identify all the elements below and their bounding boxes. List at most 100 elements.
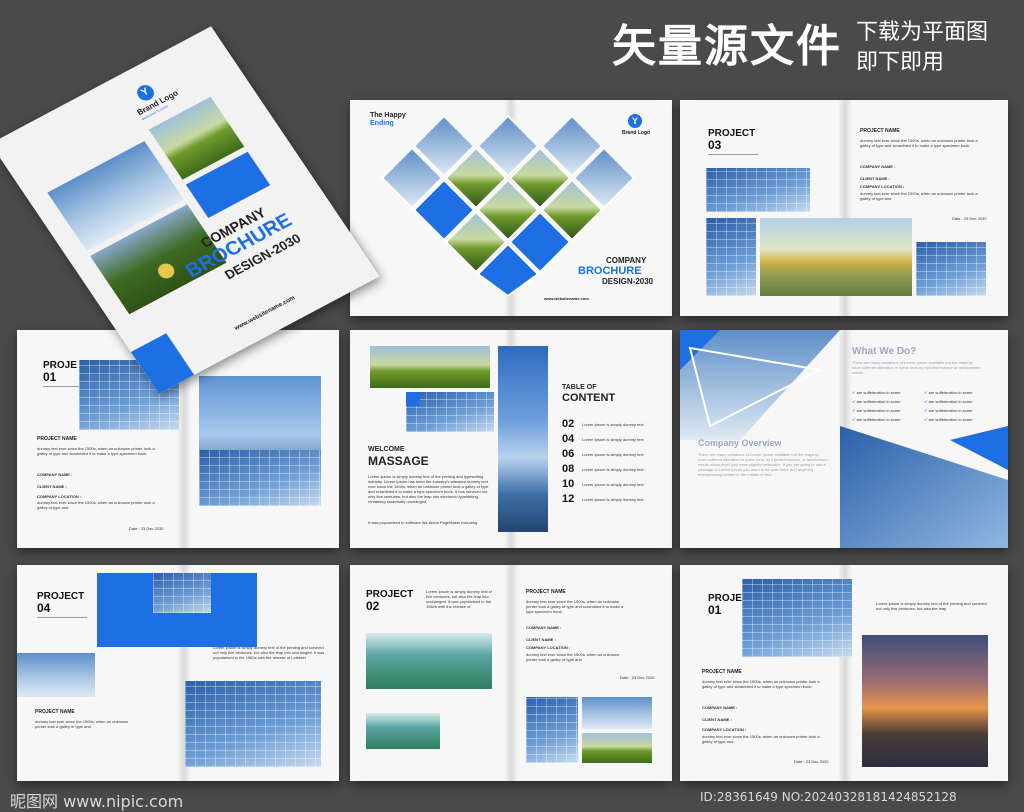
toc-entry-text: Lorem Ipsum is simply dummy text	[582, 452, 644, 457]
header-sub2: 即下即用	[856, 49, 945, 74]
spread-project-03: PROJECT 03 PROJECT NAME dummy text ever …	[680, 100, 1008, 316]
solar-photo	[153, 573, 211, 613]
checklist-text: are suffeteration in some	[856, 399, 901, 404]
welcome-text: WELCOME	[368, 446, 405, 453]
checklist-item: ✓ are suffeteration in some	[852, 390, 900, 395]
solar-photo	[185, 681, 321, 767]
body-text: Lorem Ipsum is simply dummy text of the …	[368, 474, 489, 504]
toc-number: 04	[562, 433, 575, 445]
sunset-photo	[862, 635, 988, 767]
company-name-label: COMPANY NAME :	[702, 705, 738, 710]
date-text: Date : 23 Dec 2030	[952, 216, 987, 221]
cover-website: www.websitename.com	[233, 295, 297, 332]
brand-logo-text: Brand Logo	[622, 130, 651, 136]
name-label: PROJECT NAME	[860, 128, 900, 134]
what-body: There are many variations of Lorem Ipsum…	[852, 360, 980, 375]
design-text: DESIGN-2030	[602, 277, 654, 286]
company-name-label: COMPANY NAME :	[860, 164, 896, 169]
body-text: dummy text ever since the 1500s, when an…	[35, 719, 129, 729]
intro-text: Lorem Ipsum is simply dummy text of the …	[876, 601, 987, 611]
name-label: PROJECT NAME	[35, 709, 75, 715]
toc-number: 02	[562, 418, 575, 430]
toc-entry-text: Lorem Ipsum is simply dummy text	[582, 422, 644, 427]
solar-field-photo	[760, 218, 912, 296]
name-label: PROJECT NAME	[37, 436, 77, 442]
intro-text: Lorem Ipsum is simply dummy text of the …	[213, 645, 325, 660]
checklist-item: ✓ are suffeteration in some	[852, 417, 900, 422]
checklist-item: ✓ are suffeteration in some	[924, 390, 972, 395]
name-label: PROJECT NAME	[526, 589, 566, 595]
project-number: 02	[366, 599, 380, 613]
spread-toc: WELCOME MASSAGE Lorem Ipsum is simply du…	[350, 330, 672, 548]
solar-photo	[199, 450, 321, 506]
header-title: 矢量源文件	[612, 22, 842, 71]
wind-photo	[370, 346, 490, 388]
project-number: 01	[43, 370, 57, 384]
brochure-text: BROCHURE	[578, 265, 642, 277]
field-photo	[582, 733, 652, 763]
toc-entry-text: Lorem Ipsum is simply dummy text	[582, 467, 644, 472]
toc-entry-text: Lorem Ipsum is simply dummy text	[582, 497, 644, 502]
wind-photo	[582, 697, 652, 729]
checklist-item: ✓ are suffeteration in some	[852, 399, 900, 404]
checklist-text: are suffeteration in some	[856, 408, 901, 413]
checklist-item: ✓ are suffeteration in some	[924, 408, 972, 413]
company-location-label: COMPANY LOCATION :	[37, 494, 82, 499]
body-text: dummy text ever since the 1500s, when an…	[860, 138, 978, 148]
company-location-label: COMPANY LOCATION :	[526, 645, 571, 650]
checklist-text: are suffeteration in some	[928, 399, 973, 404]
divider	[708, 154, 758, 155]
date-text: Date : 23 Dec 2030	[794, 759, 829, 764]
checklist-item: ✓ are suffeteration in some	[924, 399, 972, 404]
toc-title-2: CONTENT	[562, 392, 616, 404]
body-text: dummy text ever since the 1500s, when an…	[37, 446, 155, 456]
spread-project-01-b: PROJE 01 Lorem Ipsum is simply dummy tex…	[680, 565, 1008, 781]
client-name-label: CLIENT NAME :	[526, 637, 556, 642]
spread-project-02: PROJECT 02 Lorem Ipsum is simply dummy t…	[350, 565, 672, 781]
project-number: 04	[37, 601, 51, 615]
date-text: Date : 23 Dec 2030	[129, 526, 164, 531]
body-text: dummy text ever since the 1500s, when an…	[526, 599, 624, 614]
logo-icon: Y	[628, 114, 642, 128]
body-text-2: dummy text ever since the 1500s, when an…	[37, 500, 155, 510]
wind-photo	[17, 653, 95, 697]
body-text-2: dummy text ever since the 1500s, when an…	[526, 652, 620, 662]
project-number: 01	[708, 603, 722, 617]
solar-photo	[706, 218, 756, 296]
company-name-label: COMPANY NAME :	[37, 472, 73, 477]
body-text-2: dummy text ever since the 1500s, when an…	[860, 191, 978, 201]
checklist-item: ✓ are suffeteration in some	[924, 417, 972, 422]
date-text: Date : 23 Dec 2030	[620, 675, 655, 680]
client-name-label: CLIENT NAME :	[860, 176, 890, 181]
company-name-label: COMPANY NAME :	[526, 625, 562, 630]
toc-number: 10	[562, 478, 575, 490]
toc-entry-text: Lorem Ipsum is simply dummy text	[582, 437, 644, 442]
checklist-text: are suffeteration in some	[928, 417, 973, 422]
overview-blue-corner	[950, 426, 1008, 470]
header-sub1: 下载为平面图	[856, 19, 989, 44]
body-text-2: dummy text ever since the 1500s, when an…	[702, 734, 820, 744]
what-title: What We Do?	[852, 346, 917, 357]
intro-text: Lorem Ipsum is simply dummy text of five…	[426, 589, 493, 609]
toc-number: 06	[562, 448, 575, 460]
divider	[43, 386, 83, 387]
overview-body: There are many variations of Lorem Ipsum…	[698, 452, 828, 477]
greenhouse-photo	[366, 713, 440, 749]
vertical-photo	[498, 346, 548, 532]
website-text: www.websitename.com	[544, 296, 589, 301]
client-name-label: CLIENT NAME :	[702, 717, 732, 722]
project-number: 03	[708, 138, 722, 152]
toc-title-1: TABLE OF	[562, 384, 597, 391]
checklist-text: are suffeteration in some	[928, 390, 973, 395]
checklist-text: are suffeteration in some	[928, 408, 973, 413]
solar-photo	[526, 697, 578, 763]
spread-project-04: PROJECT 04 Lorem Ipsum is simply dummy t…	[17, 565, 339, 781]
client-name-label: CLIENT NAME :	[37, 484, 67, 489]
toc-number: 12	[562, 493, 575, 505]
solar-photo	[706, 168, 810, 212]
checklist-item: ✓ are suffeteration in some	[852, 408, 900, 413]
body-text: dummy text ever since the 1500s, when an…	[702, 679, 820, 689]
overview-sky-triangle	[680, 330, 840, 440]
footer-left: 昵图网 www.nipic.com	[10, 792, 184, 811]
checklist-text: are suffeteration in some	[856, 417, 901, 422]
